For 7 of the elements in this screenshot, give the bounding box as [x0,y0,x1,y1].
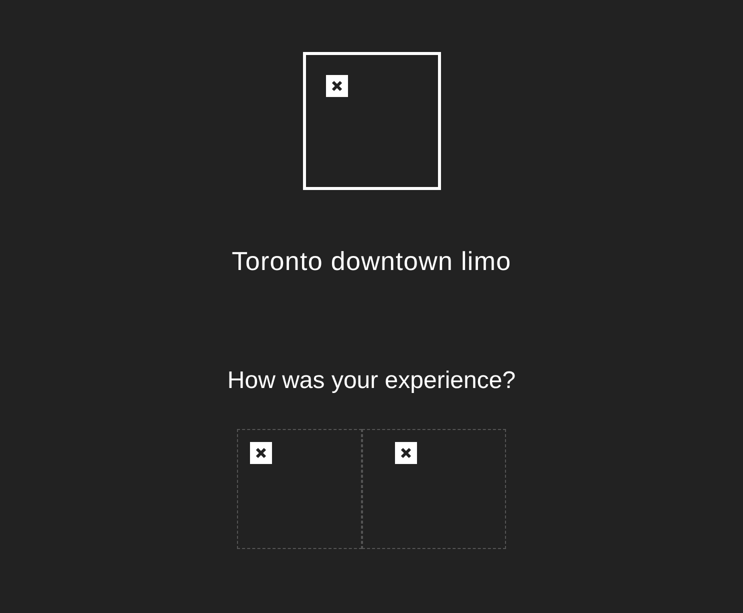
rating-image-button[interactable] [362,429,506,549]
company-name: Toronto downtown limo [232,245,512,278]
broken-image-icon [395,442,417,464]
rating-question: How was your experience? [227,366,516,396]
broken-image-icon [250,442,272,464]
broken-image-icon [326,75,348,97]
rating-image-button[interactable] [237,429,362,549]
